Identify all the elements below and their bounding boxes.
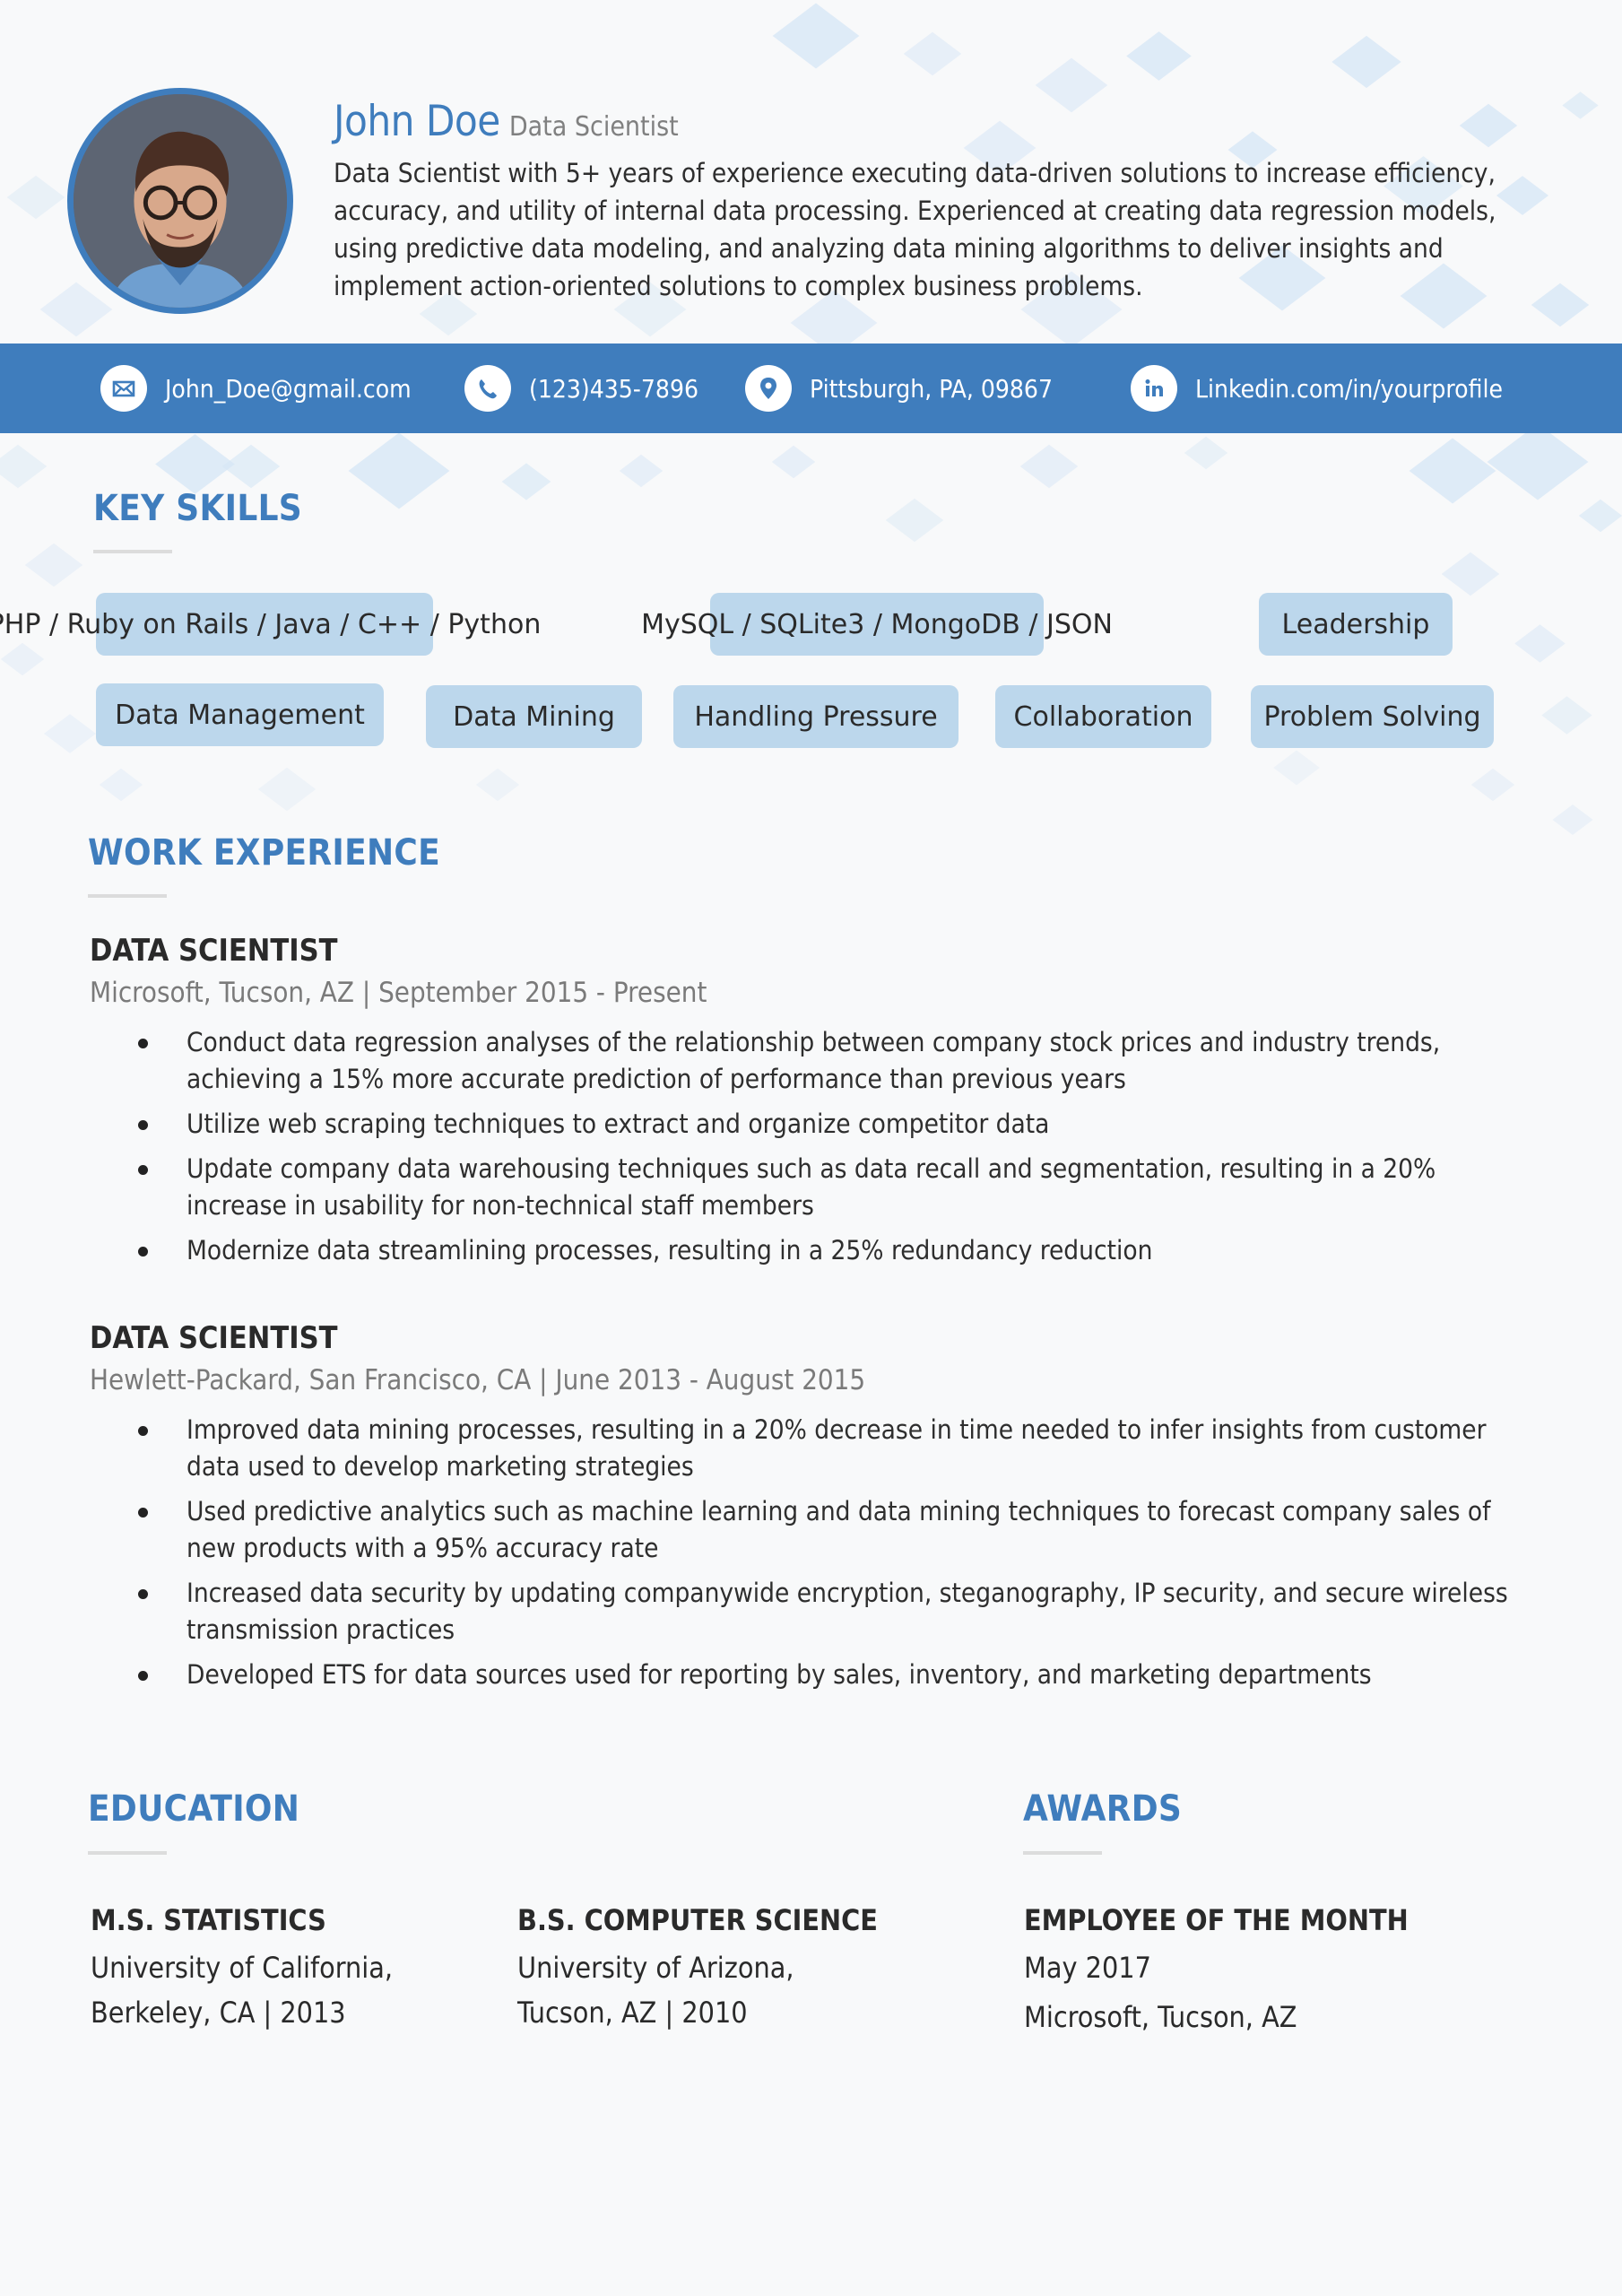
contact-bar: John_Doe@gmail.com (123)435-7896 Pittsbu… [0,344,1622,433]
envelope-icon [100,365,147,412]
award-date: May 2017 [1024,1951,1151,1985]
job-meta: Hewlett-Packard, San Francisco, CA | Jun… [90,1364,866,1396]
job-title: DATA SCIENTIST [90,933,338,969]
profile-summary: Data Scientist with 5+ years of experien… [334,158,1496,301]
list-item: Modernize data streamlining processes, r… [90,1232,1542,1269]
list-item: Increased data security by updating comp… [90,1575,1542,1648]
profile-photo [67,88,293,314]
skill-chip: PHP / Ruby on Rails / Java / C++ / Pytho… [0,593,541,656]
job-title: DATA SCIENTIST [90,1320,338,1356]
bullet-icon [138,1039,148,1048]
skill-chip: MySQL / SQLite3 / MongoDB / JSON [641,593,1113,656]
bullet-icon [138,1165,148,1175]
section-divider [93,550,172,553]
bullet-icon [138,1120,148,1130]
location-text: Pittsburgh, PA, 09867 [810,373,1053,404]
school-name: University of California, [91,1951,394,1985]
skill-chip: Handling Pressure [673,685,958,748]
list-item: Used predictive analytics such as machin… [90,1493,1542,1567]
school-location-year: Berkeley, CA | 2013 [91,1996,346,2030]
skill-chip: Problem Solving [1251,685,1494,748]
section-divider [1023,1851,1102,1855]
bullet-text: Conduct data regression analyses of the … [186,1027,1441,1094]
bullet-text: Modernize data streamlining processes, r… [186,1235,1153,1265]
section-divider [88,894,167,898]
candidate-role: Data Scientist [508,111,679,143]
bullet-icon [138,1671,148,1681]
linkedin-icon [1131,365,1177,412]
bullet-text: Improved data mining processes, resultin… [186,1414,1487,1482]
award-organization: Microsoft, Tucson, AZ [1024,2000,1297,2034]
email-link[interactable]: John_Doe@gmail.com [165,374,412,404]
degree-title: M.S. STATISTICS [91,1903,326,1937]
skill-chip: Data Management [96,683,384,746]
degree-title: B.S. COMPUTER SCIENCE [517,1903,878,1937]
contact-phone[interactable]: (123)435-7896 [464,344,698,433]
map-pin-icon [745,365,792,412]
skill-chip: Leadership [1259,593,1453,656]
candidate-name: John Doe [334,97,500,146]
bullet-icon [138,1508,148,1518]
experience-heading: WORK EXPERIENCE [88,832,441,874]
education-heading: EDUCATION [88,1788,300,1830]
skill-chip: Collaboration [995,685,1211,748]
bullet-icon [138,1426,148,1436]
contact-email[interactable]: John_Doe@gmail.com [100,344,412,433]
phone-number[interactable]: (123)435-7896 [529,374,698,404]
resume-page: John Doe Data Scientist Data Scientist wi… [0,0,1622,2296]
bullet-text: Developed ETS for data sources used for … [186,1659,1372,1690]
award-title: EMPLOYEE OF THE MONTH [1024,1903,1409,1937]
job-meta: Microsoft, Tucson, AZ | September 2015 -… [90,977,707,1009]
name-heading: John Doe Data Scientist [334,97,679,146]
bullet-text: Update company data warehousing techniqu… [186,1153,1436,1221]
awards-heading: AWARDS [1023,1788,1183,1830]
section-divider [88,1851,167,1855]
bullet-icon [138,1589,148,1599]
list-item: Update company data warehousing techniqu… [90,1151,1542,1224]
job-bullets: Improved data mining processes, resultin… [90,1412,1542,1701]
skills-heading: KEY SKILLS [93,488,303,529]
bullet-icon [138,1247,148,1257]
contact-location: Pittsburgh, PA, 09867 [745,344,1053,433]
school-location-year: Tucson, AZ | 2010 [517,1996,748,2030]
job-bullets: Conduct data regression analyses of the … [90,1024,1542,1277]
linkedin-link[interactable]: Linkedin.com/in/yourprofile [1195,374,1503,404]
person-portrait-icon [74,94,287,308]
list-item: Conduct data regression analyses of the … [90,1024,1542,1098]
bullet-text: Utilize web scraping techniques to extra… [186,1109,1050,1139]
bullet-text: Increased data security by updating comp… [186,1578,1508,1645]
school-name: University of Arizona, [517,1951,794,1985]
contact-linkedin[interactable]: Linkedin.com/in/yourprofile [1131,344,1503,433]
list-item: Developed ETS for data sources used for … [90,1657,1542,1693]
bullet-text: Used predictive analytics such as machin… [186,1496,1491,1563]
list-item: Utilize web scraping techniques to extra… [90,1106,1542,1143]
skill-chip: Data Mining [426,685,642,748]
list-item: Improved data mining processes, resultin… [90,1412,1542,1485]
phone-icon [464,365,511,412]
